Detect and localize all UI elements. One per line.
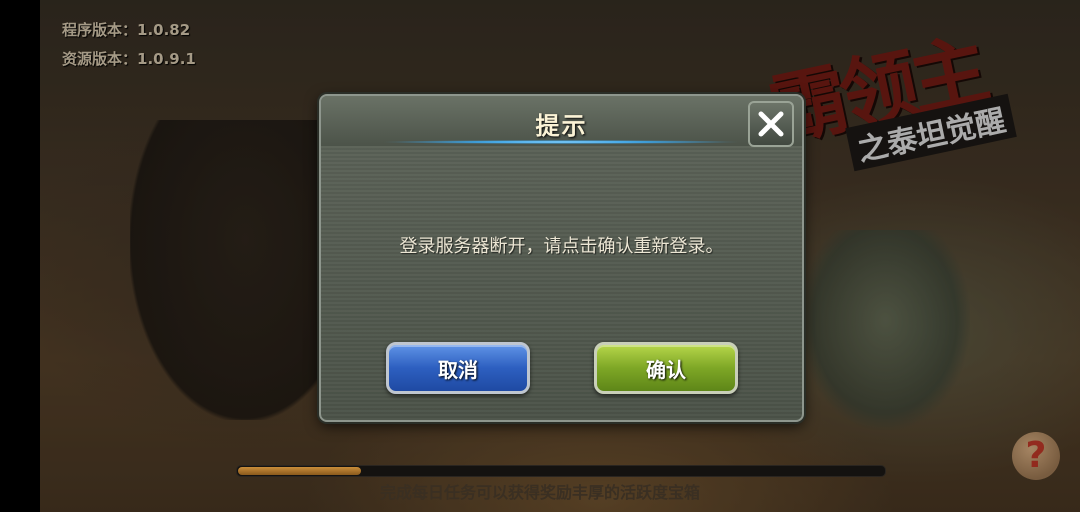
cancel-button-label: 取消 [438,357,478,382]
loading-progress-bar [236,465,886,477]
program-version-label: 程序版本：1.0.82 [62,21,191,39]
dialog-title: 提示 [535,112,588,140]
cancel-button[interactable]: 取消 [386,342,530,394]
help-glyph: ? [1025,435,1047,476]
resource-version-label: 资源版本：1.0.9.1 [62,50,196,68]
close-button[interactable] [748,101,794,147]
loading-progress-fill [238,467,362,475]
close-icon [758,111,784,137]
confirm-button-label: 确认 [646,357,686,382]
confirm-button[interactable]: 确认 [594,342,738,394]
dialog-message: 登录服务器断开，请点击确认重新登录。 [399,236,724,257]
left-black-strip [0,0,40,512]
help-icon[interactable]: ? [1012,432,1060,480]
alert-dialog: 提示 登录服务器断开，请点击确认重新登录。 取消 确认 [319,94,804,422]
loading-tip-text: 完成每日任务可以获得奖励丰厚的活跃度宝箱 [379,483,700,502]
